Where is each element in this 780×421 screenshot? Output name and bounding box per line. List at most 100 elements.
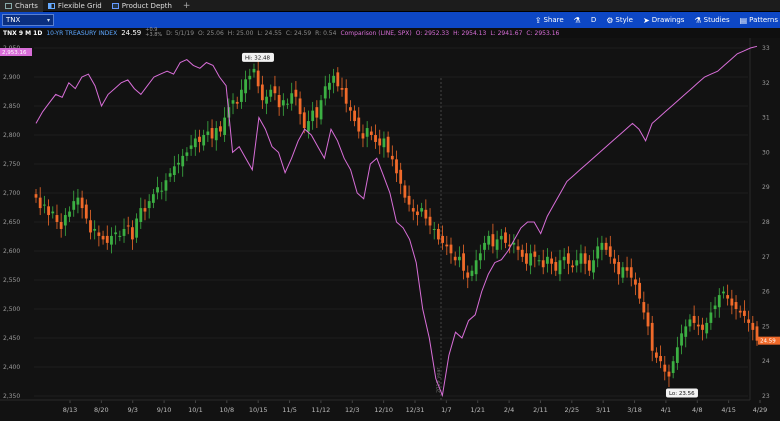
x-tick-label: 10/15 (249, 406, 268, 414)
candle-body (399, 169, 403, 184)
candle-body (478, 253, 482, 261)
studies-button[interactable]: ⚗ Studies (694, 16, 729, 25)
low-callout: Lo: 23.56 (665, 388, 698, 398)
candle-body (89, 220, 92, 233)
candle-body (575, 260, 579, 266)
year-divider-label: 2019 year (436, 367, 442, 393)
candle-body (717, 295, 721, 308)
candle-body (537, 260, 541, 262)
candle-body (47, 206, 50, 216)
candle-body (730, 298, 734, 306)
depth-icon (111, 2, 119, 9)
tab-product-depth[interactable]: Product Depth (107, 0, 177, 12)
candle-body (420, 208, 424, 212)
candle-body (608, 246, 612, 257)
add-tab-icon[interactable]: + (177, 1, 197, 11)
right-tick-label: 28 (762, 219, 770, 226)
candle-body (181, 155, 185, 167)
candle-body (692, 315, 696, 323)
candle-body (646, 312, 650, 327)
candle-body (516, 246, 520, 250)
candle-body (705, 322, 709, 334)
patterns-button[interactable]: ▤ Patterns (740, 16, 778, 25)
candle-body (80, 197, 84, 209)
x-tick-label: 1/21 (470, 406, 485, 414)
candle-body (470, 270, 474, 276)
candle-body (743, 310, 746, 316)
chart-spec[interactable]: TNX 9 M 1D (3, 30, 42, 37)
left-tick-label: 2,850 (3, 103, 20, 110)
candle-body (76, 197, 80, 205)
candle-body (558, 260, 562, 275)
x-tick-label: 12/10 (374, 406, 393, 414)
left-tick-label: 2,700 (3, 190, 20, 197)
candle-body (114, 232, 118, 235)
candle-body (407, 195, 411, 205)
candle-body (139, 208, 143, 222)
ohlc-low: L: 24.55 (257, 29, 282, 37)
candle-body (248, 75, 252, 80)
drawings-label: Drawings (651, 16, 685, 24)
timeframe-button[interactable]: D (591, 16, 596, 24)
x-tick-label: 3/11 (596, 406, 611, 414)
symbol-input[interactable]: TNX ▾ (2, 14, 54, 26)
share-button[interactable]: ⇪ Share (535, 16, 564, 25)
studies-label: Studies (703, 16, 730, 24)
candle-body (38, 197, 42, 209)
candle-body (101, 235, 105, 240)
candle-body (126, 225, 130, 227)
candle-body (328, 82, 331, 90)
candle-body (466, 272, 470, 278)
price-change: +0.9 +3.8% (145, 28, 162, 38)
last-price: 24.59 (121, 29, 142, 37)
candle-body (533, 251, 537, 257)
price-chart[interactable]: 2,9502,9002,8502,8002,7502,7002,6502,600… (0, 38, 780, 421)
tab-flexible-grid[interactable]: Flexible Grid (43, 0, 107, 12)
candle-body (172, 166, 176, 176)
candle-body (223, 117, 227, 135)
drawings-button[interactable]: ➤ Drawings (643, 16, 684, 25)
candle-body (72, 201, 76, 210)
candle-body (638, 282, 642, 299)
candle-body (202, 135, 206, 146)
tab-charts[interactable]: Charts (0, 0, 43, 12)
chevron-down-icon[interactable]: ▾ (47, 17, 50, 24)
left-tick-label: 2,550 (3, 277, 20, 284)
x-tick-label: 4/8 (692, 406, 702, 414)
left-tick-label: 2,650 (3, 219, 20, 226)
candle-body (424, 209, 428, 219)
share-label: Share (543, 16, 564, 24)
candle-body (235, 101, 239, 104)
candle-body (474, 260, 478, 275)
ohlc-range: R: 0.54 (315, 29, 337, 37)
candle-body (671, 361, 675, 374)
candle-body (93, 228, 97, 231)
candle-body (357, 117, 361, 132)
candle-body (34, 194, 38, 198)
flask-button[interactable]: ⚗ (574, 16, 581, 25)
candle-body (311, 110, 315, 122)
top-tab-bar: Charts Flexible Grid Product Depth + (0, 0, 780, 12)
left-tick-label: 2,800 (3, 132, 20, 139)
candle-body (319, 100, 323, 120)
candle-body (378, 138, 382, 146)
style-button[interactable]: ⚙ Style (606, 16, 633, 25)
candle-body (684, 326, 688, 337)
candle-body (445, 244, 449, 247)
candle-body (84, 204, 88, 219)
candle-body (214, 128, 218, 141)
comparison-high: H: 2954.13 (453, 29, 487, 37)
candle-body (122, 228, 126, 236)
candle-body (751, 322, 755, 330)
candle-body (42, 204, 46, 206)
candle-body (151, 194, 155, 203)
style-label: Style (615, 16, 633, 24)
high-callout-text: Hi: 32.48 (245, 55, 271, 61)
candle-body (302, 112, 306, 129)
candle-body (734, 302, 738, 309)
candle-body (315, 107, 319, 118)
candle-body (273, 86, 277, 94)
flask-icon: ⚗ (573, 15, 581, 25)
chart-toolbar: TNX ▾ ⇪ Share ⚗ D ⚙ Style ➤ Drawings ⚗ S… (0, 12, 780, 28)
candle-body (348, 107, 352, 111)
